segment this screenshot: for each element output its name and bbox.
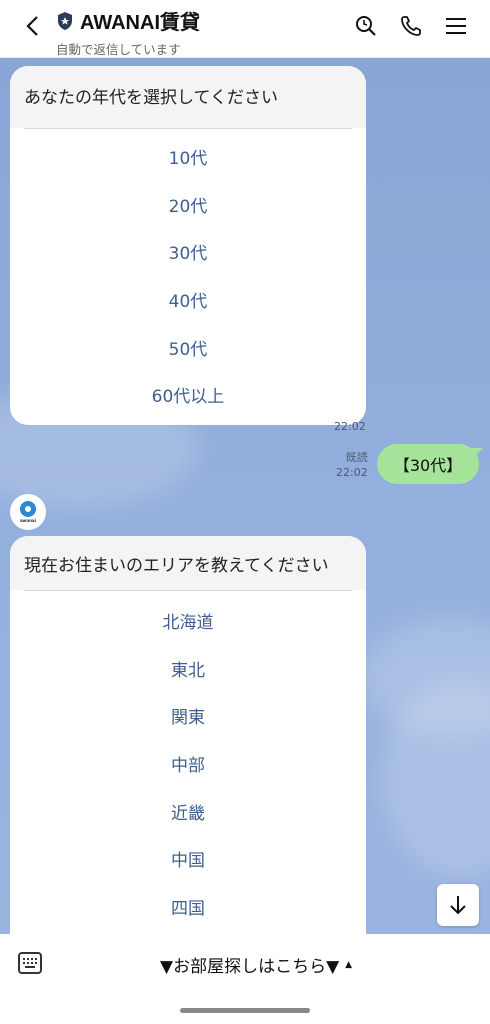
avatar[interactable]: awanai	[10, 494, 46, 530]
arrow-down-icon	[450, 896, 466, 915]
option-button[interactable]: 四国	[10, 883, 366, 931]
card-question: あなたの年代を選択してください	[10, 66, 366, 128]
rich-menu-toggle[interactable]: ▼お部屋探しはこちら▼ ▲	[160, 952, 352, 977]
option-button[interactable]: 中国	[10, 835, 366, 883]
phone-icon[interactable]	[397, 12, 425, 40]
chat-area[interactable]: あなたの年代を選択してください 10代 20代 30代 40代 50代 60代以…	[0, 58, 490, 934]
option-button[interactable]: 40代	[10, 276, 366, 324]
chat-title-area[interactable]: AWANAI賃貸 自動で返信しています	[56, 6, 200, 58]
option-button[interactable]: 北海道	[10, 597, 366, 645]
option-button[interactable]: 10代	[10, 133, 366, 181]
user-message-bubble: 【30代】	[377, 444, 479, 484]
rich-menu-label: ▼お部屋探しはこちら▼	[160, 957, 340, 977]
option-button[interactable]: 20代	[10, 181, 366, 229]
back-icon[interactable]	[18, 12, 46, 40]
shield-icon	[56, 11, 74, 31]
age-select-card: あなたの年代を選択してください 10代 20代 30代 40代 50代 60代以…	[10, 66, 366, 425]
option-button[interactable]: 東北	[10, 645, 366, 693]
read-receipt: 既読 22:02	[336, 451, 368, 479]
menu-icon[interactable]	[442, 12, 470, 40]
logo-icon	[20, 501, 36, 517]
page-title: AWANAI賃貸	[80, 12, 200, 34]
keyboard-icon[interactable]	[18, 952, 42, 974]
option-button[interactable]: 50代	[10, 323, 366, 371]
scroll-down-button[interactable]	[437, 884, 479, 926]
option-button[interactable]: 30代	[10, 228, 366, 276]
message-time: 22:02	[334, 420, 366, 433]
caret-up-icon: ▲	[345, 959, 353, 970]
option-button[interactable]: 60代以上	[10, 371, 366, 419]
chat-header: AWANAI賃貸 自動で返信しています	[0, 0, 490, 58]
card-question: 現在お住まいのエリアを教えてください	[10, 536, 366, 590]
home-indicator	[180, 1008, 310, 1013]
auto-reply-status: 自動で返信しています	[56, 42, 181, 57]
search-icon[interactable]	[352, 12, 380, 40]
area-select-card: 現在お住まいのエリアを教えてください 北海道 東北 関東 中部 近畿 中国 四国	[10, 536, 366, 934]
rich-menu-bar: ▼お部屋探しはこちら▼ ▲	[0, 934, 490, 1024]
option-button[interactable]: 近畿	[10, 787, 366, 835]
logo-wordmark: awanai	[19, 518, 36, 523]
option-button[interactable]: 中部	[10, 740, 366, 788]
option-button[interactable]: 関東	[10, 692, 366, 740]
